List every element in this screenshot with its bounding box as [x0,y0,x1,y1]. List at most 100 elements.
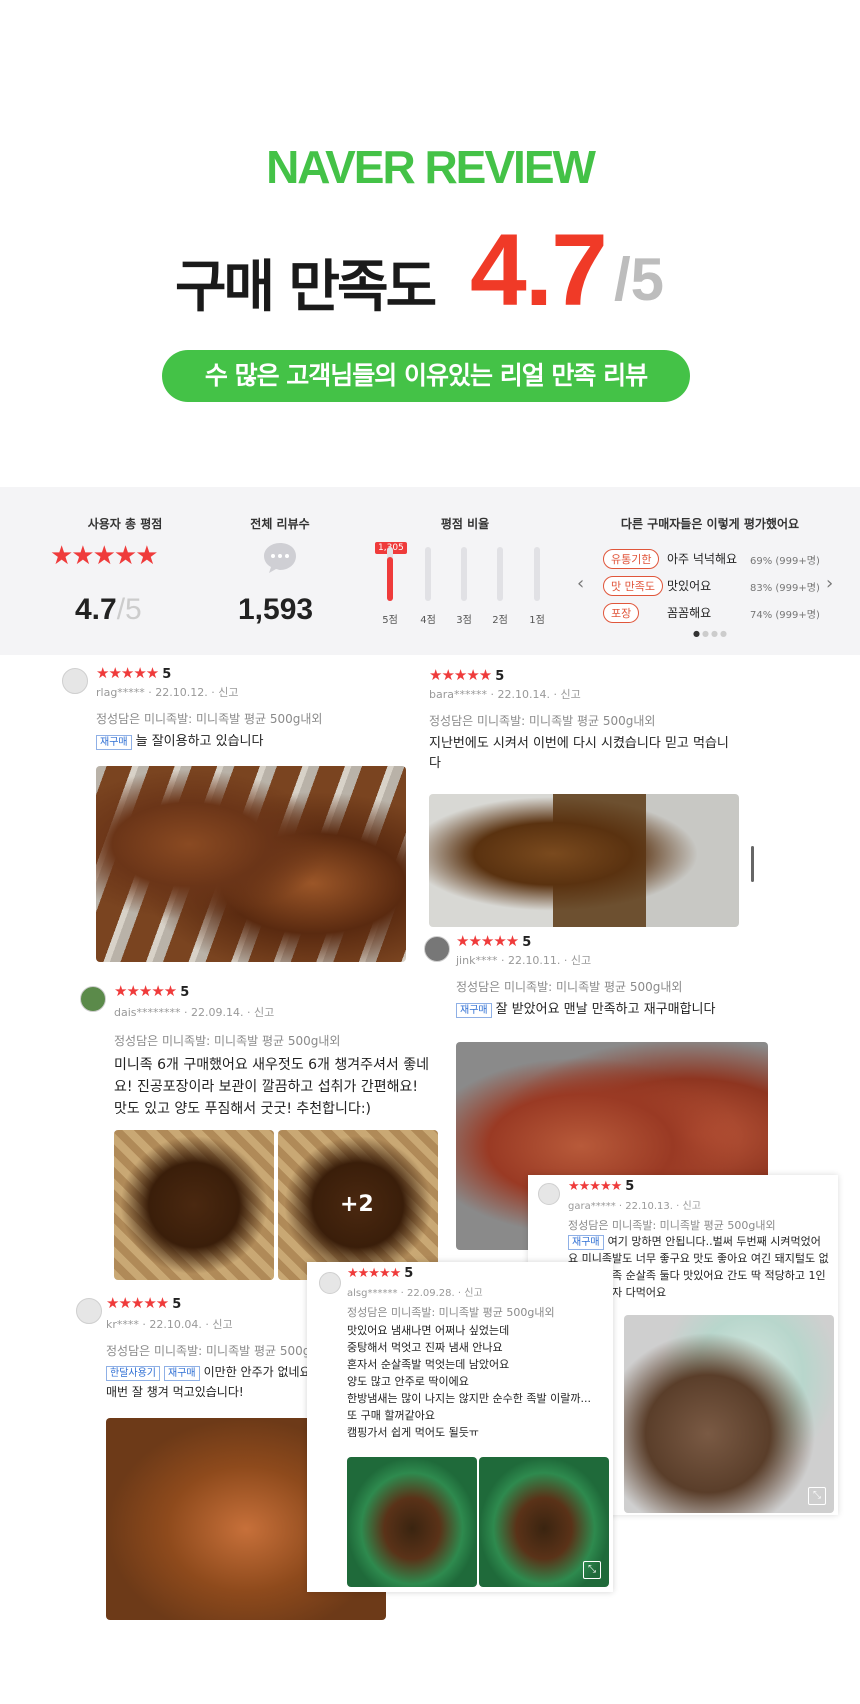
expand-icon[interactable]: ⤡ [583,1561,601,1579]
rating-bar-label: 3점 [456,615,472,626]
review-text: 미니족 6개 구매했어요 새우젓도 6개 챙겨주셔서 좋네요! 진공포장이라 보… [114,1057,429,1117]
star-icon: ★★★★★ [106,1294,169,1312]
review-photo[interactable]: ⤡ [479,1457,609,1587]
review-rating: 5 [522,935,531,950]
review-meta: gara***** · 22.10.13. · 신고 [568,1201,701,1212]
evaluation-tag: 포장 [603,603,640,623]
review-meta: rlag***** · 22.10.12. · 신고 [96,686,239,699]
review-option: 정성담은 미니족발: 미니족발 평균 500g내외 [568,1219,776,1232]
review-card: ★★★★★ 5 bara****** · 22.10.14. · 신고 정성담은 … [425,662,770,927]
rating-ratio-header: 평점 비율 [440,517,490,531]
star-icon: ★★★★★ [456,932,519,950]
avatar [80,986,106,1012]
review-option: 정성담은 미니족발: 미니족발 평균 500g내외 [106,1344,333,1358]
scrollbar[interactable] [751,846,754,882]
star-icon: ★★★★★ [96,664,159,682]
repurchase-badge: 재구매 [456,1003,492,1018]
others-evaluation-header: 다른 구매자들은 이렇게 평가했어요 [620,517,800,531]
review-meta: bara****** · 22.10.14. · 신고 [429,688,581,701]
evaluation-percent: 83% (999+명) [750,583,820,594]
rating-number: 4.7 [75,593,117,626]
review-text: 재구매 늘 잘이용하고 있습니다 [96,732,416,752]
review-meta: kr**** · 22.10.04. · 신고 [106,1318,233,1331]
review-photo[interactable] [114,1130,274,1280]
review-stars: ★★★★★ 5 [429,666,504,684]
monthly-use-badge: 한달사용기 [106,1366,160,1381]
rating-bar-5 [387,547,393,601]
avatar [538,1183,560,1205]
evaluation-text: 아주 넉넉해요 [667,552,738,566]
evaluation-percent: 69% (999+명) [750,556,820,567]
review-text: 맛있어요 냄새나면 어쩌나 싶었는데 중탕해서 먹엇고 진짜 냄새 안나요 혼자… [347,1324,591,1439]
rating-bar-1 [534,547,540,601]
speech-bubble-icon [262,541,298,579]
review-stars: ★★★★★ 5 [106,1294,181,1312]
review-rating: 5 [495,669,504,684]
satisfaction-label: 구매 만족도 [175,255,437,320]
rating-bar-fill [387,557,393,601]
repurchase-badge: 재구매 [568,1235,604,1250]
review-stars: ★★★★★ 5 [96,664,171,682]
naver-review-title: NAVER REVIEW [266,141,596,193]
review-rating: 5 [162,667,171,682]
satisfaction-score: 4.7 [470,213,608,327]
review-text: 재구매 잘 받았어요 맨날 만족하고 재구매합니다 [456,1000,766,1020]
carousel-dots[interactable]: ●●●● [693,629,729,638]
review-card: ★★★★★ 5 dais******** · 22.09.14. · 신고 정성담… [78,980,438,1280]
review-meta: dais******** · 22.09.14. · 신고 [114,1006,275,1019]
review-stars: ★★★★★ 5 [347,1266,413,1281]
avatar [319,1272,341,1294]
rating-bar-label: 2점 [492,615,508,626]
evaluation-tag: 맛 만족도 [603,576,663,596]
star-icon: ★★★★★ [50,541,159,571]
star-icon: ★★★★★ [347,1266,401,1281]
review-text: 지난번에도 시켜서 이번에 다시 시켰습니다 믿고 먹습니다 [429,736,729,771]
repurchase-badge: 재구매 [96,735,132,750]
review-photo[interactable] [347,1457,477,1587]
review-option: 정성담은 미니족발: 미니족발 평균 500g내외 [96,712,323,726]
expand-icon[interactable]: ⤡ [808,1487,826,1505]
total-reviews-header: 전체 리뷰수 [250,517,310,531]
review-rating: 5 [625,1179,634,1194]
user-rating-header: 사용자 총 평점 [87,517,163,531]
review-photo[interactable] [96,766,406,962]
evaluation-percent: 74% (999+명) [750,610,820,621]
rating-max: /5 [116,593,142,626]
review-option: 정성담은 미니족발: 미니족발 평균 500g내외 [114,1034,341,1048]
carousel-prev-icon[interactable]: ‹ [577,573,584,594]
review-option: 정성담은 미니족발: 미니족발 평균 500g내외 [429,714,656,728]
rating-bar-4 [425,547,431,601]
review-card: ★★★★★ 5 rlag***** · 22.10.12. · 신고 정성담은 미… [60,662,420,962]
avatar [76,1298,102,1324]
real-review-banner: 수 많은 고객님들의 이유있는 리얼 만족 리뷰 [162,350,690,402]
review-meta: alsg****** · 22.09.28. · 신고 [347,1288,483,1299]
evaluation-text: 꼼꼼해요 [667,606,712,620]
review-rating: 5 [180,985,189,1000]
review-stars: ★★★★★ 5 [114,982,189,1000]
review-rating: 5 [404,1266,413,1281]
star-icon: ★★★★★ [429,666,492,684]
review-photo[interactable] [429,794,739,927]
repurchase-badge: 재구매 [164,1366,200,1381]
review-stars: ★★★★★ 5 [568,1179,634,1194]
review-summary-panel: 사용자 총 평점 ★★★★★ 4.7/5 전체 리뷰수 1,593 평점 비율 … [0,487,860,655]
rating-bar-label: 4점 [420,615,436,626]
rating-bar-3 [461,547,467,601]
review-rating: 5 [172,1297,181,1312]
evaluation-text: 맛있어요 [667,579,712,593]
review-option: 정성담은 미니족발: 미니족발 평균 500g내외 [456,980,683,994]
carousel-next-icon[interactable]: › [826,573,833,594]
review-body: 늘 잘이용하고 있습니다 [135,734,264,749]
evaluation-tag: 유통기한 [603,549,660,569]
satisfaction-max: /5 [614,246,665,313]
review-photo[interactable]: ⤡ [624,1315,834,1513]
star-icon: ★★★★★ [568,1179,622,1194]
rating-bar-label: 1점 [529,615,545,626]
review-option: 정성담은 미니족발: 미니족발 평균 500g내외 [347,1306,555,1319]
review-meta: jink**** · 22.10.11. · 신고 [456,954,592,967]
review-photo[interactable]: +2 [278,1130,438,1280]
rating-bar-label: 5점 [382,615,398,626]
review-body: 잘 받았어요 맨날 만족하고 재구매합니다 [495,1002,716,1017]
total-reviews-value: 1,593 [238,593,314,626]
avatar [424,936,450,962]
